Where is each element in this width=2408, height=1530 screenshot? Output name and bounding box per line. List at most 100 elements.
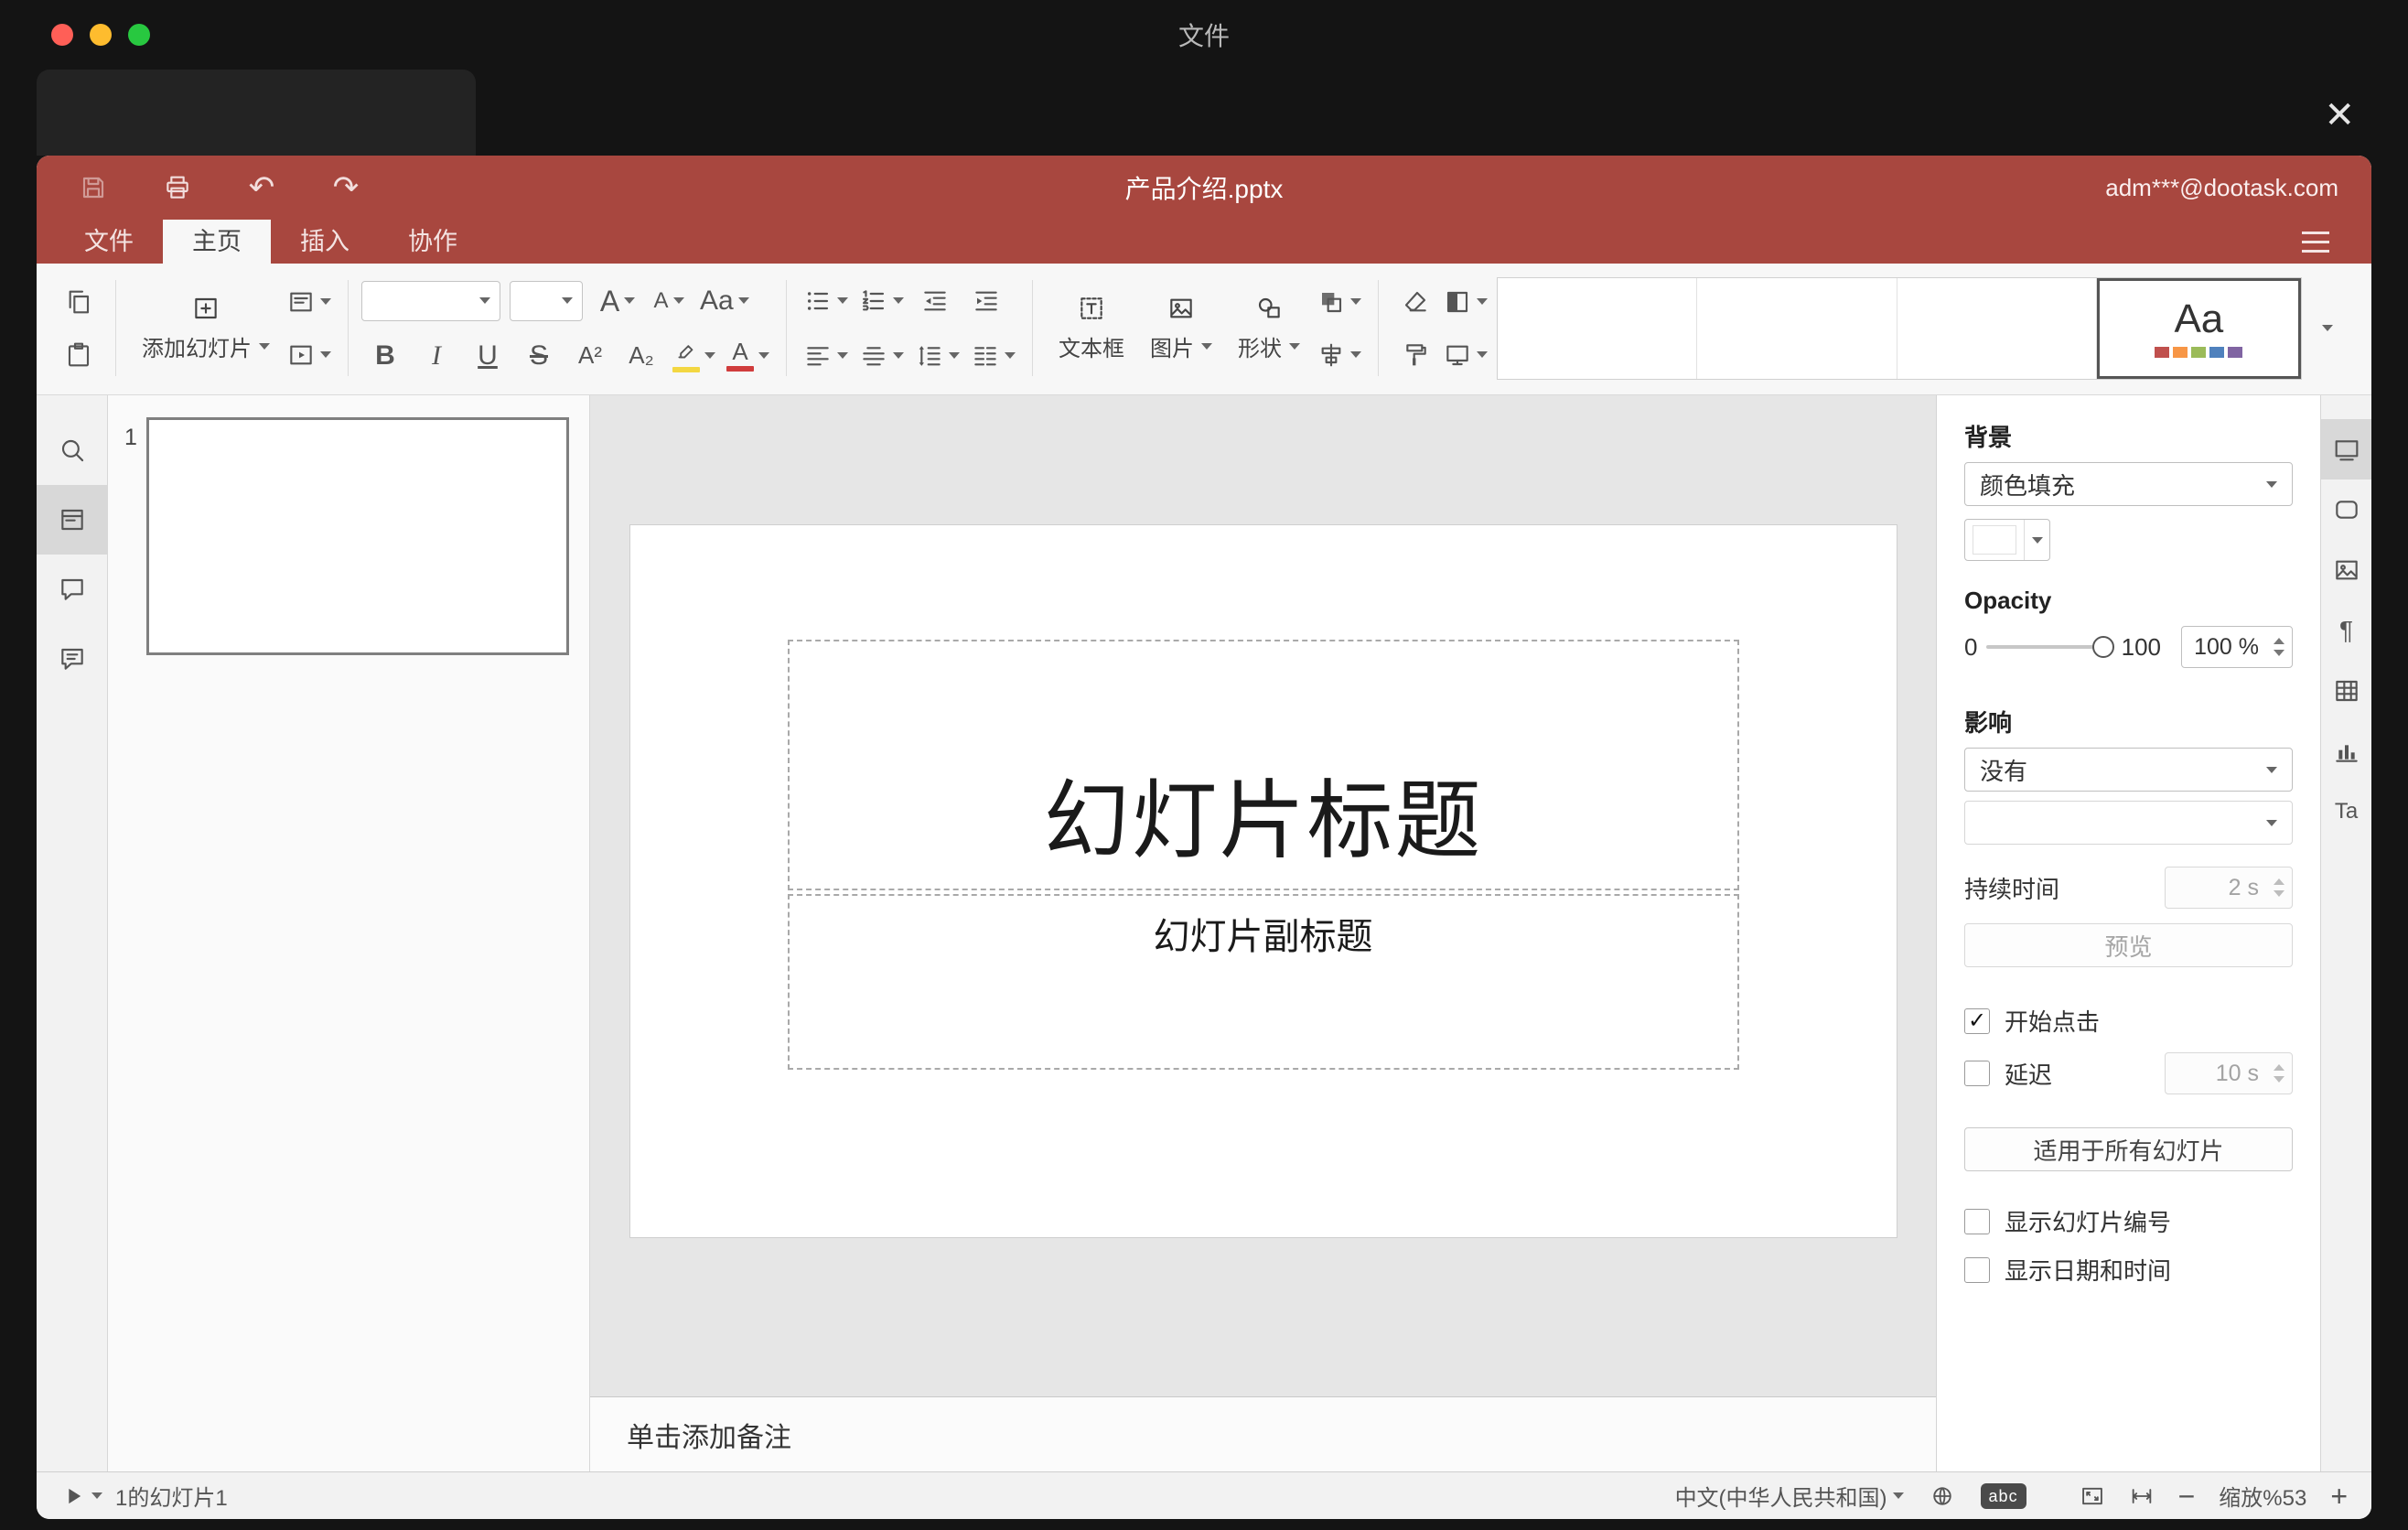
- align-shape-button[interactable]: [1313, 331, 1365, 379]
- paragraph-settings-button[interactable]: ¶: [2321, 600, 2371, 661]
- find-button[interactable]: [37, 415, 107, 485]
- opacity-spinner[interactable]: 100 %: [2181, 626, 2293, 668]
- theme-gallery: Aa: [1497, 276, 2302, 380]
- bold-button[interactable]: B: [361, 332, 409, 380]
- slide-settings-button[interactable]: [2321, 419, 2371, 479]
- effect-option-select[interactable]: [1964, 801, 2293, 845]
- theme-gallery-expand-button[interactable]: [2302, 277, 2353, 380]
- numbering-button[interactable]: [855, 277, 908, 325]
- slide[interactable]: 幻灯片标题 幻灯片副标题: [629, 525, 1897, 1237]
- font-size-select[interactable]: [510, 280, 583, 321]
- theme-option-selected[interactable]: Aa: [2096, 277, 2301, 379]
- theme-option[interactable]: [1697, 277, 1897, 379]
- theme-option[interactable]: [1897, 277, 2097, 379]
- chat-button[interactable]: [37, 624, 107, 694]
- increase-indent-button[interactable]: [962, 277, 1010, 325]
- slide-size-button[interactable]: [1439, 331, 1491, 379]
- spinner-down-icon[interactable]: [2274, 890, 2284, 897]
- insert-shape-button[interactable]: 形状: [1225, 276, 1313, 381]
- opacity-slider-knob[interactable]: [2091, 636, 2114, 658]
- undo-button[interactable]: ↶: [238, 164, 285, 211]
- bullets-button[interactable]: [800, 277, 852, 325]
- apply-to-all-slides-button[interactable]: 适用于所有幻灯片: [1964, 1127, 2293, 1171]
- shape-settings-button[interactable]: [2321, 479, 2371, 540]
- zoom-out-button[interactable]: −: [2178, 1482, 2196, 1511]
- superscript-button[interactable]: A²: [566, 332, 614, 380]
- spinner-down-icon[interactable]: [2274, 650, 2284, 656]
- copy-button[interactable]: [55, 278, 102, 326]
- slide-subtitle-placeholder[interactable]: 幻灯片副标题: [787, 894, 1739, 1070]
- comments-button[interactable]: [37, 555, 107, 624]
- show-slide-number-checkbox[interactable]: [1964, 1208, 1990, 1234]
- delay-checkbox[interactable]: [1964, 1061, 1990, 1086]
- textart-settings-button[interactable]: Ta: [2321, 781, 2371, 842]
- menu-hamburger-button[interactable]: [2296, 226, 2335, 258]
- insert-image-button[interactable]: 图片: [1137, 276, 1225, 381]
- add-slide-button[interactable]: 添加幻灯片: [129, 276, 283, 381]
- font-name-select[interactable]: [361, 280, 500, 321]
- minimize-traffic-button[interactable]: [90, 24, 112, 46]
- background-color-select[interactable]: [1964, 519, 2050, 561]
- columns-button[interactable]: [967, 332, 1019, 380]
- strikeout-button[interactable]: S: [515, 332, 563, 380]
- print-button[interactable]: [154, 164, 201, 211]
- highlight-color-button[interactable]: [669, 332, 719, 380]
- slide-thumbnail[interactable]: [146, 417, 569, 655]
- start-slideshow-button[interactable]: [283, 331, 335, 379]
- fit-to-slide-button[interactable]: [2080, 1483, 2105, 1509]
- spinner-up-icon[interactable]: [2274, 878, 2284, 885]
- zoom-in-button[interactable]: +: [2330, 1482, 2348, 1511]
- save-button[interactable]: [70, 164, 117, 211]
- redo-button[interactable]: ↷: [322, 164, 370, 211]
- vertical-align-button[interactable]: [855, 332, 908, 380]
- zoom-traffic-button[interactable]: [128, 24, 150, 46]
- insert-textbox-button[interactable]: 文本框: [1046, 276, 1137, 381]
- notes-area[interactable]: 单击添加备注: [590, 1396, 1936, 1471]
- slide-layout-button[interactable]: [283, 278, 335, 326]
- theme-option[interactable]: [1498, 277, 1698, 379]
- slide-title-placeholder[interactable]: 幻灯片标题: [787, 640, 1739, 890]
- underline-button[interactable]: U: [464, 332, 511, 380]
- duration-spinner[interactable]: 2 s: [2165, 867, 2293, 909]
- language-select[interactable]: 中文(中华人民共和国): [1675, 1480, 1904, 1512]
- image-settings-button[interactable]: [2321, 540, 2371, 600]
- color-scheme-button[interactable]: [1439, 278, 1491, 326]
- preview-button[interactable]: 预览: [1964, 923, 2293, 967]
- decrease-indent-button[interactable]: [911, 277, 959, 325]
- show-date-time-checkbox[interactable]: [1964, 1256, 1990, 1283]
- spinner-down-icon[interactable]: [2274, 1076, 2284, 1083]
- effect-select[interactable]: 没有: [1964, 748, 2293, 792]
- change-case-button[interactable]: Aa: [696, 277, 753, 325]
- tab-file[interactable]: 文件: [55, 220, 163, 264]
- spinner-up-icon[interactable]: [2274, 638, 2284, 644]
- chart-settings-button[interactable]: [2321, 721, 2371, 781]
- copy-style-button[interactable]: [1392, 331, 1439, 379]
- table-settings-button[interactable]: [2321, 661, 2371, 721]
- font-color-button[interactable]: A: [723, 332, 773, 380]
- start-on-click-checkbox[interactable]: ✓: [1964, 1007, 1990, 1034]
- line-spacing-button[interactable]: [911, 332, 963, 380]
- delay-spinner[interactable]: 10 s: [2165, 1052, 2293, 1094]
- spinner-up-icon[interactable]: [2274, 1064, 2284, 1071]
- close-editor-button[interactable]: ✕: [2324, 97, 2355, 134]
- paste-button[interactable]: [55, 331, 102, 379]
- fit-to-width-button[interactable]: [2129, 1483, 2155, 1509]
- background-fill-select[interactable]: 颜色填充: [1964, 462, 2293, 506]
- editing-canvas[interactable]: 幻灯片标题 幻灯片副标题: [590, 395, 1936, 1396]
- start-slideshow-status-button[interactable]: [60, 1483, 102, 1509]
- set-language-button[interactable]: [1930, 1483, 1955, 1509]
- close-traffic-button[interactable]: [51, 24, 73, 46]
- slides-panel-button[interactable]: [37, 485, 107, 555]
- arrange-shape-button[interactable]: [1313, 278, 1365, 326]
- spellcheck-button[interactable]: abc: [1980, 1482, 2026, 1509]
- horizontal-align-button[interactable]: [800, 332, 852, 380]
- subscript-button[interactable]: A₂: [618, 332, 665, 380]
- tab-insert[interactable]: 插入: [271, 220, 379, 264]
- clear-style-button[interactable]: [1392, 278, 1439, 326]
- decrease-font-button[interactable]: A: [645, 277, 693, 325]
- italic-button[interactable]: I: [413, 332, 460, 380]
- tab-home[interactable]: 主页: [163, 220, 271, 264]
- tab-collaboration[interactable]: 协作: [379, 220, 487, 264]
- opacity-slider[interactable]: [1986, 636, 2114, 658]
- increase-font-button[interactable]: A: [594, 277, 641, 325]
